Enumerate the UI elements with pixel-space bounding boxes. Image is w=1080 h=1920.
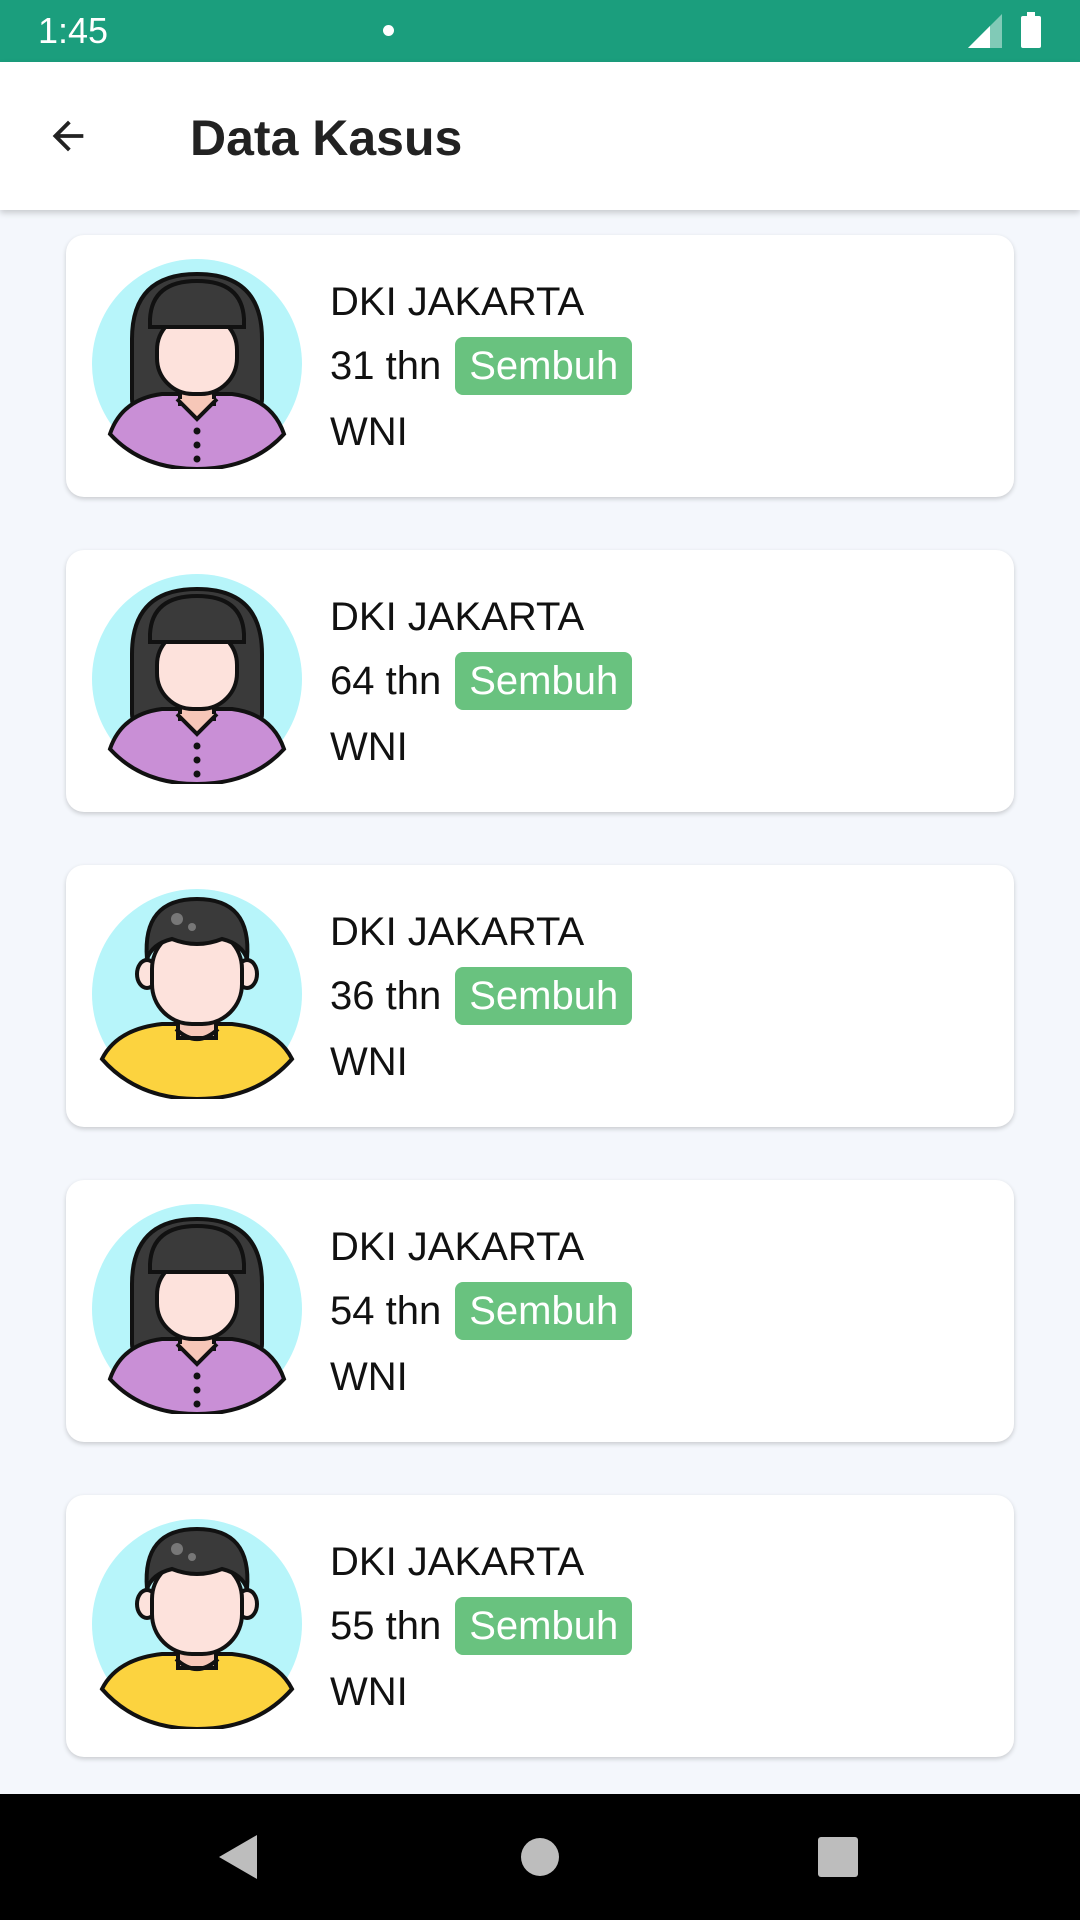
age-label: 31 thn xyxy=(330,344,442,388)
province-label: DKI JAKARTA xyxy=(330,280,585,324)
province-label: DKI JAKARTA xyxy=(330,910,585,954)
nav-recents-button[interactable] xyxy=(806,1825,870,1889)
female-avatar-icon xyxy=(92,259,302,469)
arrow-left-icon xyxy=(52,120,84,152)
square-recents-icon xyxy=(818,1837,858,1877)
status-bar: 1:45 xyxy=(0,0,1080,62)
nav-back-button[interactable] xyxy=(207,1825,271,1889)
status-badge: Sembuh xyxy=(455,1597,633,1655)
status-time: 1:45 xyxy=(38,10,109,51)
province-label: DKI JAKARTA xyxy=(330,595,585,639)
age-label: 64 thn xyxy=(330,659,442,703)
status-badge: Sembuh xyxy=(455,337,633,395)
nationality-label: WNI xyxy=(330,410,408,454)
province-label: DKI JAKARTA xyxy=(330,1540,585,1584)
status-badge: Sembuh xyxy=(455,652,633,710)
page-title: Data Kasus xyxy=(190,110,463,166)
age-label: 55 thn xyxy=(330,1604,442,1648)
age-row: 36 thn Sembuh xyxy=(330,967,633,1025)
case-list[interactable]: DKI JAKARTA 31 thn Sembuh WNI DKI JAKART… xyxy=(0,210,1080,1794)
age-row: 64 thn Sembuh xyxy=(330,652,633,710)
battery-icon xyxy=(1021,12,1041,48)
case-card[interactable]: DKI JAKARTA 64 thn Sembuh WNI xyxy=(66,550,1014,812)
status-badge: Sembuh xyxy=(455,1282,633,1340)
nationality-label: WNI xyxy=(330,725,408,769)
nationality-label: WNI xyxy=(330,1670,408,1714)
age-row: 54 thn Sembuh xyxy=(330,1282,633,1340)
case-card[interactable]: DKI JAKARTA 36 thn Sembuh WNI xyxy=(66,865,1014,1127)
status-badge: Sembuh xyxy=(455,967,633,1025)
case-card[interactable]: DKI JAKARTA 54 thn Sembuh WNI xyxy=(66,1180,1014,1442)
female-avatar-icon xyxy=(92,574,302,784)
nav-home-button[interactable] xyxy=(508,1825,572,1889)
age-label: 36 thn xyxy=(330,974,442,1018)
male-avatar-icon xyxy=(92,1519,302,1729)
female-avatar-icon xyxy=(92,1204,302,1414)
province-label: DKI JAKARTA xyxy=(330,1225,585,1269)
back-button[interactable] xyxy=(30,98,106,174)
nationality-label: WNI xyxy=(330,1355,408,1399)
age-row: 31 thn Sembuh xyxy=(330,337,633,395)
circle-home-icon xyxy=(521,1838,559,1876)
cell-signal-icon xyxy=(968,14,1002,48)
system-nav-bar xyxy=(0,1794,1080,1920)
app-bar: Data Kasus xyxy=(0,62,1080,210)
age-label: 54 thn xyxy=(330,1289,442,1333)
case-card[interactable]: DKI JAKARTA 55 thn Sembuh WNI xyxy=(66,1495,1014,1757)
triangle-back-icon xyxy=(219,1835,257,1879)
nationality-label: WNI xyxy=(330,1040,408,1084)
notification-dot-icon xyxy=(383,25,394,36)
case-card[interactable]: DKI JAKARTA 31 thn Sembuh WNI xyxy=(66,235,1014,497)
age-row: 55 thn Sembuh xyxy=(330,1597,633,1655)
male-avatar-icon xyxy=(92,889,302,1099)
